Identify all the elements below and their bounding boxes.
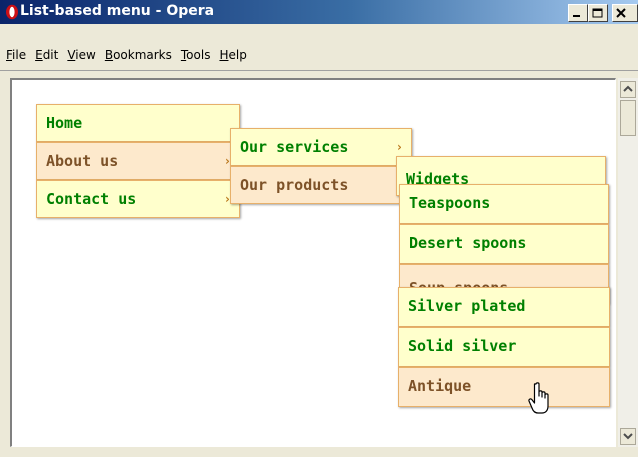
menu-edit[interactable]: Edit [35,48,58,62]
nav-home[interactable]: Home [36,104,240,142]
nav-contact-us-label: Contact us [46,190,137,208]
window-title: List-based menu - Opera [20,3,215,19]
nav-home-label: Home [46,114,83,132]
scroll-thumb[interactable] [620,100,636,136]
close-button[interactable] [612,4,638,22]
chevron-up-icon [623,85,633,92]
chevron-down-icon [623,433,633,440]
scroll-down-button[interactable] [620,428,636,445]
maximize-button[interactable] [588,4,608,22]
title-bar: List-based menu - Opera [0,0,638,24]
nav-silver-plated-label: Silver plated [408,297,526,315]
page-viewport: Home About us › Contact us › Our service… [10,78,616,447]
close-icon [616,8,626,18]
menu-view[interactable]: View [67,48,95,62]
menubar-separator [0,70,638,71]
nav-our-services-label: Our services [240,138,349,156]
opera-icon [6,4,18,20]
menu-tools[interactable]: Tools [181,48,211,62]
nav-silver-plated[interactable]: Silver plated [398,287,610,327]
nav-about-us-label: About us [46,152,119,170]
scroll-up-button[interactable] [620,81,636,98]
nav-our-products[interactable]: Our products [230,166,412,204]
maximize-icon [592,8,603,18]
browser-window: List-based menu - Opera File Edit View B… [0,0,638,457]
nav-antique-label: Antique [408,377,472,395]
nav-contact-us[interactable]: Contact us › [36,180,240,218]
nav-about-us[interactable]: About us › [36,142,240,180]
nav-our-products-label: Our products [240,176,349,194]
minimize-icon [573,15,580,17]
menu-bookmarks[interactable]: Bookmarks [105,48,172,62]
nav-desert-spoons-label: Desert spoons [409,234,527,252]
menu-bar: File Edit View Bookmarks Tools Help [0,44,638,66]
menu-file[interactable]: File [6,48,26,62]
nav-antique[interactable]: Antique [398,367,610,407]
nav-teaspoons[interactable]: Teaspoons [399,184,609,224]
hand-cursor-icon [528,382,549,414]
vertical-scrollbar[interactable] [618,78,638,447]
nav-our-services[interactable]: Our services › [230,128,412,166]
nav-solid-silver-label: Solid silver [408,337,517,355]
nav-desert-spoons[interactable]: Desert spoons [399,224,609,264]
menu-help[interactable]: Help [219,48,246,62]
minimize-button[interactable] [568,4,588,22]
nav-solid-silver[interactable]: Solid silver [398,327,610,367]
nav-teaspoons-label: Teaspoons [409,194,491,212]
